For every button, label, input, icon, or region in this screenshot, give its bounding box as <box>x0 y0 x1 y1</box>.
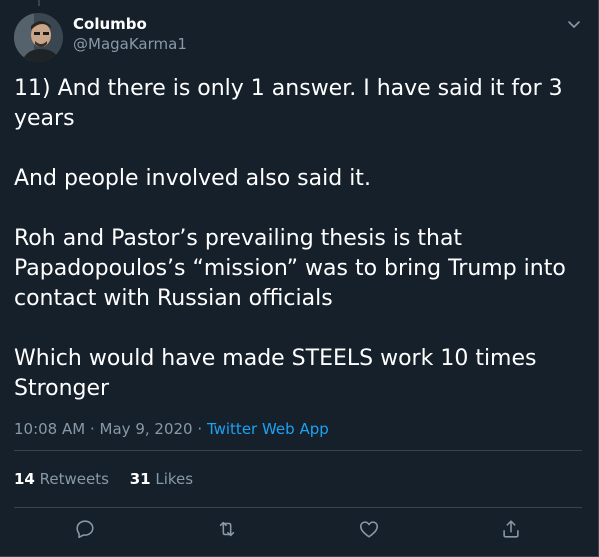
tweet-meta: 10:08 AM · May 9, 2020 · Twitter Web App <box>14 419 329 439</box>
share-icon[interactable] <box>500 518 522 540</box>
engagement-stats: 14 Retweets 31 Likes <box>14 469 209 489</box>
likes-count: 31 <box>129 470 151 488</box>
tweet-card: Columbo @MagaKarma1 11) And there is onl… <box>0 0 599 557</box>
tweet-paragraph: 11) And there is only 1 answer. I have s… <box>14 76 563 131</box>
tweet-text: 11) And there is only 1 answer. I have s… <box>14 74 584 404</box>
retweets-count: 14 <box>14 470 35 488</box>
chevron-down-icon[interactable] <box>566 16 582 32</box>
reply-icon[interactable] <box>74 518 96 540</box>
thread-connector-line <box>38 0 40 6</box>
divider <box>14 450 582 451</box>
author-name[interactable]: Columbo <box>73 15 187 33</box>
tweet-paragraph: And people involved also said it. <box>14 166 371 191</box>
tweet-paragraph: Roh and Pastor’s prevailing thesis is th… <box>14 226 566 311</box>
retweet-icon[interactable] <box>216 518 238 540</box>
divider <box>14 507 582 508</box>
tweet-paragraph: Which would have made STEELS work 10 tim… <box>14 346 537 401</box>
meta-separator: · <box>197 420 203 438</box>
likes-label: Likes <box>155 470 194 488</box>
avatar[interactable] <box>14 13 63 62</box>
meta-separator: · <box>89 420 95 438</box>
likes-stat[interactable]: 31 Likes <box>130 470 193 488</box>
retweets-stat[interactable]: 14 Retweets <box>14 470 109 488</box>
tweet-date[interactable]: May 9, 2020 <box>100 420 193 438</box>
tweet-time[interactable]: 10:08 AM <box>14 420 85 438</box>
author-handle[interactable]: @MagaKarma1 <box>73 34 187 54</box>
tweet-source-link[interactable]: Twitter Web App <box>207 420 329 438</box>
heart-icon[interactable] <box>358 518 380 540</box>
retweets-label: Retweets <box>39 470 109 488</box>
author-block[interactable]: Columbo @MagaKarma1 <box>73 15 187 54</box>
